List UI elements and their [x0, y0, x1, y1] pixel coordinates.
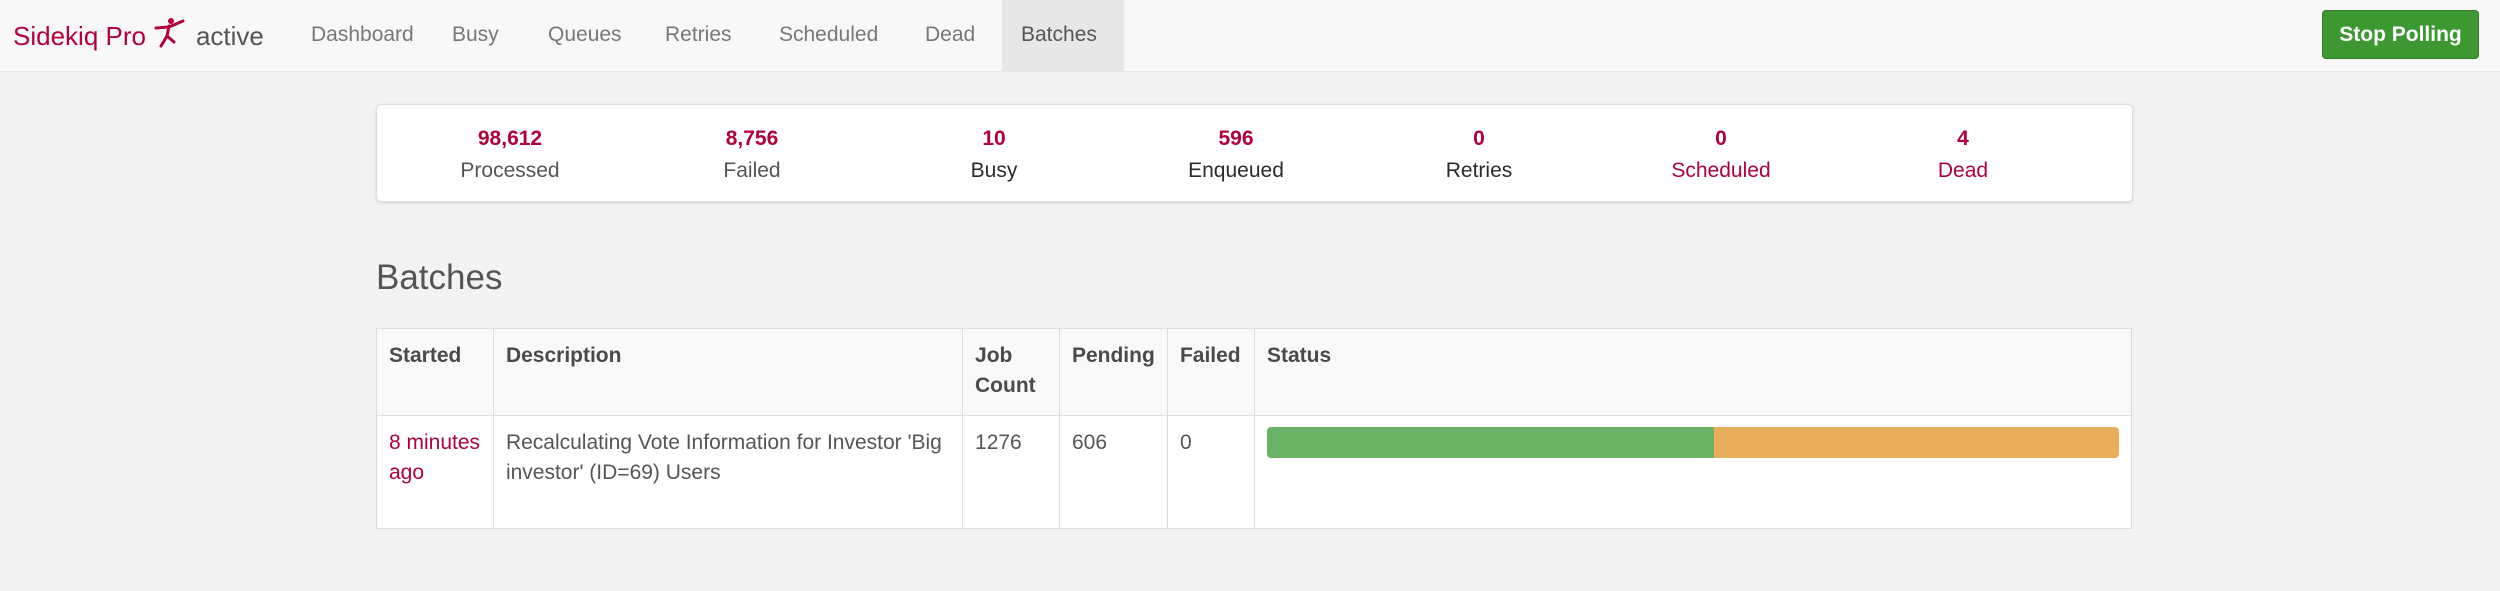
table-header-row: Started Description Job Count Pending Fa… [376, 328, 2132, 416]
stat-busy-count: 10 [982, 127, 1006, 150]
column-header-status: Status [1254, 328, 2132, 416]
page-title: Batches [376, 258, 503, 297]
nav-item-retries[interactable]: Retries [646, 0, 760, 72]
stat-dead[interactable]: 4 Dead [1842, 105, 2084, 201]
nav-item-dead[interactable]: Dead [906, 0, 1002, 72]
batch-description: Recalculating Vote Information for Inves… [492, 415, 964, 529]
stats-summary: 98,612 Processed 8,756 Failed 10 Busy 59… [376, 104, 2133, 202]
brand-name[interactable]: Sidekiq Pro [13, 21, 146, 52]
polling-status: active [195, 20, 264, 51]
nav-item-dashboard[interactable]: Dashboard [292, 0, 433, 72]
batch-started-link[interactable]: 8 minutes ago [389, 431, 480, 484]
stat-processed[interactable]: 98,612 Processed [389, 105, 631, 201]
progress-pending-segment [1714, 427, 2119, 458]
navbar: Sidekiq Pro active Dashboard Busy Queues… [0, 0, 2500, 72]
stat-failed-label: Failed [723, 159, 781, 182]
stat-enqueued-count: 596 [1218, 127, 1254, 150]
column-header-failed: Failed [1166, 328, 1256, 416]
stat-busy[interactable]: 10 Busy [873, 105, 1115, 201]
stat-processed-count: 98,612 [477, 127, 543, 150]
column-header-started: Started [376, 328, 494, 416]
stat-retries[interactable]: 0 Retries [1358, 105, 1600, 201]
column-header-description: Description [492, 328, 964, 416]
nav-item-scheduled[interactable]: Scheduled [760, 0, 906, 72]
nav-item-batches[interactable]: Batches [1002, 0, 1124, 72]
stat-failed[interactable]: 8,756 Failed [631, 105, 873, 201]
stat-dead-label[interactable]: Dead [1842, 159, 2084, 183]
stat-retries-count: 0 [1473, 127, 1485, 150]
stop-polling-button[interactable]: Stop Polling [2322, 10, 2479, 59]
nav-item-busy[interactable]: Busy [433, 0, 529, 72]
stat-scheduled-label[interactable]: Scheduled [1600, 159, 1842, 183]
stat-scheduled[interactable]: 0 Scheduled [1600, 105, 1842, 201]
batch-job-count: 1276 [962, 415, 1060, 529]
table-row: 8 minutes ago Recalculating Vote Informa… [376, 415, 2132, 529]
stat-failed-count: 8,756 [725, 127, 779, 150]
stat-scheduled-count: 0 [1715, 127, 1727, 150]
column-header-job-count: Job Count [962, 328, 1060, 416]
batch-started-cell: 8 minutes ago [376, 415, 494, 529]
progress-success-segment [1267, 427, 1715, 458]
batch-status-cell [1254, 415, 2132, 529]
batch-progress-bar [1267, 427, 2119, 458]
batches-table: Started Description Job Count Pending Fa… [376, 328, 2132, 529]
main-nav: Dashboard Busy Queues Retries Scheduled … [292, 0, 1124, 72]
stat-processed-label: Processed [460, 159, 560, 182]
nav-item-queues[interactable]: Queues [529, 0, 646, 72]
sidekiq-kicker-icon [154, 18, 185, 48]
brand[interactable]: Sidekiq Pro active [13, 0, 264, 72]
batch-failed: 0 [1166, 415, 1256, 529]
stat-retries-label[interactable]: Retries [1358, 159, 1600, 183]
stat-enqueued[interactable]: 596 Enqueued [1115, 105, 1357, 201]
batch-pending: 606 [1058, 415, 1168, 529]
stat-busy-label[interactable]: Busy [873, 159, 1115, 183]
stat-dead-count: 4 [1957, 127, 1969, 150]
stat-enqueued-label[interactable]: Enqueued [1115, 159, 1357, 183]
column-header-pending: Pending [1058, 328, 1168, 416]
